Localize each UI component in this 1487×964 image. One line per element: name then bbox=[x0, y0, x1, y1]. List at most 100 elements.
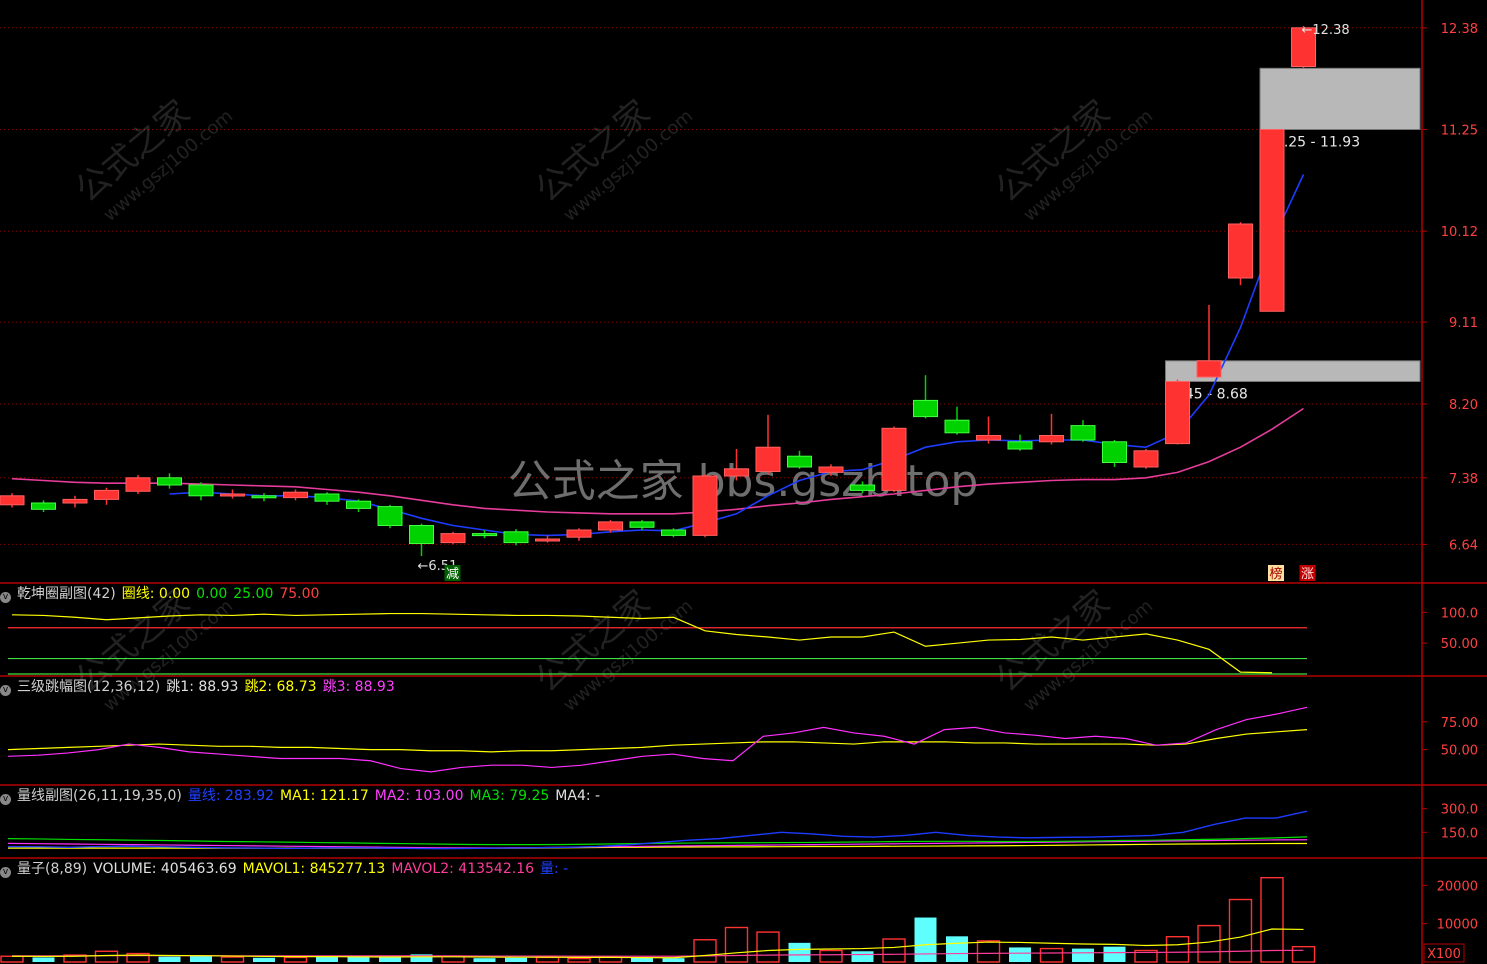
tag-reduce: 减 bbox=[446, 567, 459, 582]
volume-bar bbox=[693, 939, 717, 963]
candle-body bbox=[850, 484, 875, 491]
volume-bar bbox=[316, 956, 338, 962]
candle-body bbox=[0, 495, 25, 506]
price-tick-label: 11.25 bbox=[1441, 124, 1478, 139]
candle-body bbox=[724, 468, 749, 477]
volume-item-2: MAVOL1: 845277.13 bbox=[242, 861, 386, 877]
candle-body bbox=[692, 475, 718, 536]
volume-bar bbox=[473, 958, 496, 962]
liangxian-item-5: MA4: - bbox=[555, 788, 601, 804]
volume-bar bbox=[976, 940, 1001, 963]
price-tick-label: 8.20 bbox=[1449, 398, 1478, 413]
candle bbox=[1007, 434, 1033, 451]
volume-bar bbox=[220, 956, 245, 963]
liangxian-line-blue bbox=[7, 810, 1308, 850]
candle bbox=[1228, 222, 1253, 286]
volume-bar bbox=[283, 956, 308, 963]
volume-params: (8,89) bbox=[45, 861, 88, 877]
candle-body bbox=[1102, 441, 1127, 463]
candle-body bbox=[314, 493, 340, 502]
candle bbox=[125, 475, 151, 494]
candle bbox=[220, 489, 245, 499]
candle-body bbox=[1070, 425, 1096, 441]
qiankun-item-2: 0.00 bbox=[196, 586, 228, 602]
collapse-icon[interactable]: v bbox=[0, 592, 11, 603]
candle-body bbox=[755, 446, 781, 473]
volume-bar bbox=[724, 926, 749, 963]
candle bbox=[440, 531, 466, 545]
candle-body bbox=[377, 506, 403, 527]
candle-body bbox=[31, 502, 56, 510]
volume-bar bbox=[631, 957, 653, 962]
volume-bar bbox=[190, 955, 212, 962]
candle-body bbox=[94, 489, 119, 500]
candle bbox=[1102, 440, 1127, 467]
volume-bar bbox=[253, 957, 275, 962]
candle-body bbox=[566, 529, 592, 538]
tiaofu-params: (12,36,12) bbox=[87, 679, 161, 695]
tiaofu-item-2: 跳2: 68.73 bbox=[244, 679, 317, 695]
qiankun-title: 乾坤圈副图 bbox=[17, 586, 87, 602]
volume-bar bbox=[788, 942, 811, 962]
candle bbox=[283, 489, 308, 501]
candle bbox=[1259, 129, 1285, 312]
candle bbox=[787, 450, 812, 469]
liangxian-item-3: MA2: 103.00 bbox=[374, 788, 464, 804]
liangxian-item-2: MA1: 121.17 bbox=[280, 788, 369, 804]
volume-bar bbox=[946, 936, 968, 962]
candle bbox=[1133, 449, 1159, 469]
volume-bar bbox=[1009, 947, 1031, 962]
tag-bang: 榜 bbox=[1269, 566, 1282, 582]
collapse-icon[interactable]: v bbox=[0, 685, 11, 696]
candle-body bbox=[913, 399, 938, 418]
volume-bar bbox=[379, 957, 401, 962]
volume-bar bbox=[567, 957, 591, 963]
high-price-label: ←12.38 bbox=[1302, 23, 1350, 38]
volume-bar bbox=[1103, 946, 1126, 962]
price-tick-label: 7.38 bbox=[1449, 472, 1478, 487]
candle bbox=[913, 375, 938, 419]
panel-header-volume: v 量子(8,89) VOLUME: 405463.69 MAVOL1: 845277… bbox=[0, 860, 574, 878]
stock-chart[interactable]: 12.38 11.25 10.12 9.11 8.20 7.38 6.64 公式之家www.g… bbox=[0, 0, 1487, 964]
liangxian-title: 量线副图 bbox=[17, 788, 73, 804]
candle bbox=[377, 504, 403, 529]
candle-body bbox=[787, 455, 812, 468]
volume-bar bbox=[1165, 936, 1190, 963]
volume-bar bbox=[1039, 947, 1064, 963]
candle-body bbox=[1133, 450, 1159, 468]
candle bbox=[251, 493, 277, 502]
candle-body bbox=[944, 419, 970, 434]
candle-body bbox=[346, 500, 371, 509]
volume-item-1: VOLUME: 405463.69 bbox=[93, 861, 237, 877]
tiaofu-title: 三级跳幅图 bbox=[17, 679, 87, 695]
collapse-icon[interactable]: v bbox=[0, 794, 11, 805]
collapse-icon[interactable]: v bbox=[0, 867, 11, 878]
liangxian-params: (26,11,19,35,0) bbox=[73, 788, 182, 804]
candle-body bbox=[535, 538, 560, 542]
candle bbox=[0, 493, 25, 508]
liangxian-tick-label: 300.0 bbox=[1441, 803, 1478, 818]
candle bbox=[157, 473, 182, 489]
panel-header-qiankun: v 乾坤圈副图(42) 圈线: 0.00 0.00 25.00 75.00 bbox=[0, 585, 325, 603]
tiaofu-item-1: 跳1: 88.93 bbox=[166, 679, 239, 695]
volume-bar bbox=[158, 956, 181, 962]
volume-bar bbox=[1228, 898, 1253, 963]
candle-body bbox=[409, 525, 434, 544]
volume-tick-label: 20000 bbox=[1437, 879, 1478, 894]
watermark-tile: 公式之家www.gszj100.com bbox=[988, 583, 1157, 716]
volume-bar bbox=[851, 951, 874, 962]
tiaofu-tick-label: 50.00 bbox=[1441, 744, 1478, 759]
volume-tick-label: 10000 bbox=[1437, 918, 1478, 933]
volume-bar bbox=[819, 949, 843, 963]
tiaofu-line-yellow bbox=[7, 729, 1308, 753]
candle bbox=[94, 487, 119, 505]
candle bbox=[188, 482, 214, 501]
volume-bar bbox=[1291, 945, 1316, 963]
tiaofu-item-3: 跳3: 88.93 bbox=[322, 679, 395, 695]
volume-bar bbox=[94, 950, 119, 963]
candle-body bbox=[1007, 441, 1033, 450]
candle bbox=[755, 414, 781, 475]
candle-body bbox=[157, 477, 182, 486]
volume-bar bbox=[0, 955, 24, 963]
candle bbox=[566, 528, 592, 541]
